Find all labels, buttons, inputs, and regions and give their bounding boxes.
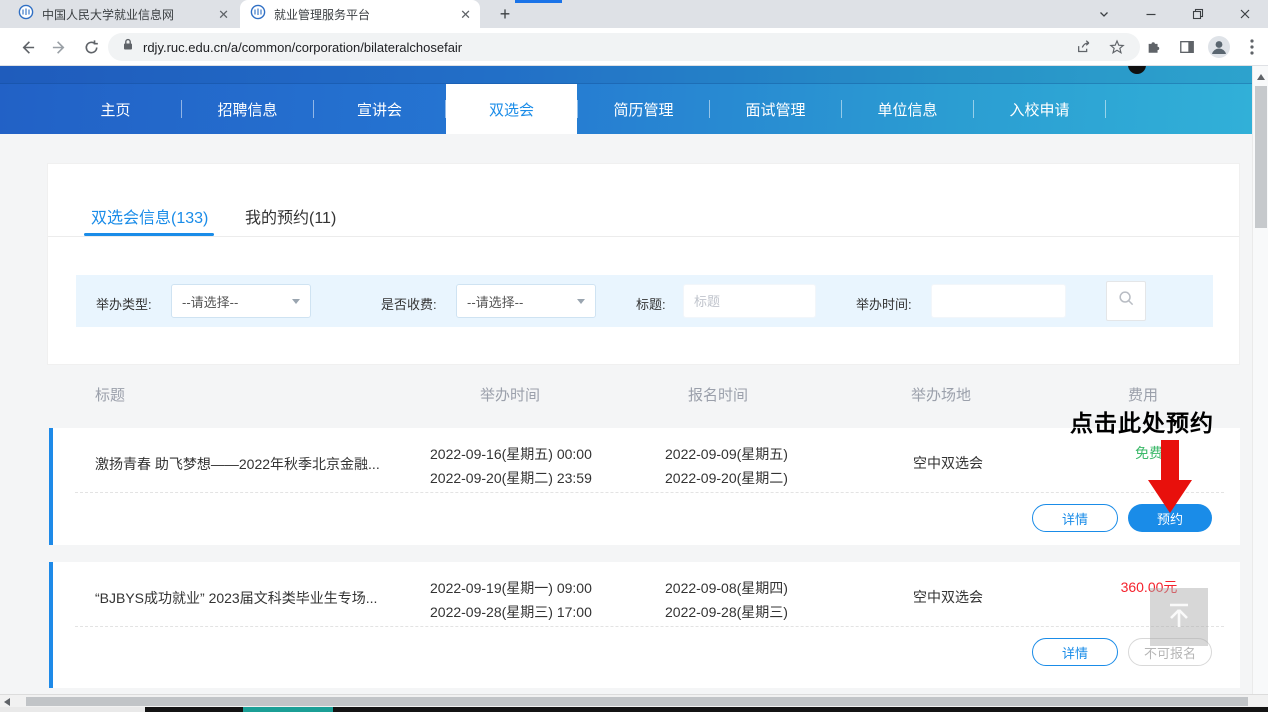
scroll-up-icon[interactable] bbox=[1257, 74, 1265, 80]
ruc-logo-icon bbox=[250, 4, 266, 25]
ruc-logo-icon bbox=[18, 4, 34, 25]
nav-item-campus-entry[interactable]: 入校申请 bbox=[974, 84, 1105, 134]
fair-title: 激扬青春 助飞梦想——2022年秋季北京金融... bbox=[95, 454, 430, 474]
browser-tab-inactive[interactable]: 中国人民大学就业信息网 ✕ bbox=[8, 0, 238, 28]
bottom-edge-teal-segment bbox=[243, 707, 333, 712]
bookmark-star-icon[interactable] bbox=[1105, 35, 1129, 59]
site-navbar: 主页 招聘信息 宣讲会 双选会 简历管理 面试管理 单位信息 入校申请 bbox=[0, 66, 1252, 134]
fair-title: “BJBYS成功就业” 2023届文科类毕业生专场... bbox=[95, 588, 430, 608]
url-bar[interactable]: rdjy.ruc.edu.cn/a/common/corporation/bil… bbox=[108, 33, 1140, 61]
search-icon bbox=[1118, 290, 1135, 312]
nav-item-recruit-info[interactable]: 招聘信息 bbox=[182, 84, 313, 134]
back-to-top-button[interactable] bbox=[1150, 588, 1208, 646]
fee-filter-label: 是否收费: bbox=[381, 294, 437, 313]
type-filter-value: --请选择-- bbox=[182, 292, 238, 311]
horizontal-scrollbar[interactable] bbox=[0, 694, 1268, 707]
extensions-icon[interactable] bbox=[1142, 35, 1166, 59]
col-header-signup-time: 报名时间 bbox=[688, 384, 748, 405]
recording-accent-strip bbox=[515, 0, 562, 3]
nav-item-employer-info[interactable]: 单位信息 bbox=[842, 84, 973, 134]
row-divider bbox=[75, 492, 1224, 493]
annotation-text: 点击此处预约 bbox=[1070, 404, 1214, 438]
venue-cell: 空中双选会 bbox=[913, 588, 983, 606]
signup-time-cell: 2022-09-08(星期四) 2022-09-28(星期三) bbox=[665, 576, 788, 624]
type-filter-select[interactable]: --请选择-- bbox=[171, 284, 311, 318]
window-bottom-edge bbox=[0, 707, 1268, 712]
back-to-top-icon bbox=[1161, 597, 1197, 638]
col-header-fee: 费用 bbox=[1128, 384, 1158, 405]
scroll-left-icon[interactable] bbox=[4, 698, 10, 706]
col-header-hold-time: 举办时间 bbox=[480, 384, 540, 405]
profile-icon[interactable] bbox=[1207, 35, 1231, 59]
annotation-arrow-icon bbox=[1146, 440, 1194, 516]
restore-icon[interactable] bbox=[1174, 0, 1221, 28]
back-icon[interactable] bbox=[15, 35, 39, 59]
vertical-scrollbar-thumb[interactable] bbox=[1255, 86, 1267, 228]
minimize-icon[interactable] bbox=[1127, 0, 1174, 28]
browser-window: 中国人民大学就业信息网 ✕ 就业管理服务平台 ✕ + bbox=[0, 0, 1268, 712]
nav-item-job-fair[interactable]: 双选会 bbox=[446, 84, 577, 134]
detail-button[interactable]: 详情 bbox=[1032, 638, 1118, 666]
tab-fair-info[interactable]: 双选会信息(133) bbox=[91, 204, 208, 228]
table-row: 激扬青春 助飞梦想——2022年秋季北京金融... 2022-09-16(星期五… bbox=[49, 428, 1240, 545]
tab-close-icon[interactable]: ✕ bbox=[218, 8, 229, 21]
browser-tab-title: 中国人民大学就业信息网 bbox=[42, 6, 214, 23]
url-text: rdjy.ruc.edu.cn/a/common/corporation/bil… bbox=[143, 40, 462, 55]
nav-separator bbox=[1105, 100, 1106, 118]
browser-tab-strip: 中国人民大学就业信息网 ✕ 就业管理服务平台 ✕ + bbox=[0, 0, 1268, 28]
window-chevron-icon[interactable] bbox=[1080, 0, 1127, 28]
venue-cell: 空中双选会 bbox=[913, 454, 983, 472]
forward-icon[interactable] bbox=[47, 35, 71, 59]
tab-close-icon[interactable]: ✕ bbox=[460, 8, 471, 21]
nav-items: 主页 招聘信息 宣讲会 双选会 简历管理 面试管理 单位信息 入校申请 bbox=[50, 84, 1106, 134]
title-filter-label: 标题: bbox=[636, 294, 666, 313]
nav-item-interview[interactable]: 面试管理 bbox=[710, 84, 841, 134]
row-divider bbox=[75, 626, 1224, 627]
bottom-edge-light-segment bbox=[0, 707, 145, 712]
title-filter-input[interactable] bbox=[683, 284, 816, 318]
vertical-scrollbar[interactable] bbox=[1252, 66, 1268, 694]
col-header-venue: 举办场地 bbox=[911, 384, 971, 405]
window-controls bbox=[1080, 0, 1268, 28]
filter-bar: 举办类型: --请选择-- 是否收费: --请选择-- 标题: 举办时间: bbox=[76, 275, 1213, 327]
nav-item-home[interactable]: 主页 bbox=[50, 84, 181, 134]
tab-my-reservation[interactable]: 我的预约(11) bbox=[245, 204, 336, 228]
signup-time-cell: 2022-09-09(星期五) 2022-09-20(星期二) bbox=[665, 442, 788, 490]
fee-filter-select[interactable]: --请选择-- bbox=[456, 284, 596, 318]
browser-tab-title: 就业管理服务平台 bbox=[274, 6, 456, 23]
time-filter-label: 举办时间: bbox=[856, 294, 912, 313]
reload-icon[interactable] bbox=[79, 35, 103, 59]
search-button[interactable] bbox=[1106, 281, 1146, 321]
col-header-title: 标题 bbox=[95, 384, 125, 405]
close-window-icon[interactable] bbox=[1221, 0, 1268, 28]
browser-toolbar: rdjy.ruc.edu.cn/a/common/corporation/bil… bbox=[0, 28, 1268, 66]
hold-time-cell: 2022-09-19(星期一) 09:00 2022-09-28(星期三) 17… bbox=[430, 576, 592, 624]
share-icon[interactable] bbox=[1072, 35, 1096, 59]
side-panel-icon[interactable] bbox=[1175, 35, 1199, 59]
chevron-down-icon bbox=[577, 299, 585, 304]
fee-filter-value: --请选择-- bbox=[467, 292, 523, 311]
nav-item-info-session[interactable]: 宣讲会 bbox=[314, 84, 445, 134]
horizontal-scrollbar-thumb[interactable] bbox=[26, 697, 1248, 706]
time-filter-input[interactable] bbox=[931, 284, 1066, 318]
detail-button[interactable]: 详情 bbox=[1032, 504, 1118, 532]
main-content: 双选会信息(133) 我的预约(11) 举办类型: --请选择-- 是否收费: … bbox=[0, 134, 1252, 694]
nav-item-resume[interactable]: 简历管理 bbox=[578, 84, 709, 134]
new-tab-icon[interactable]: + bbox=[494, 3, 516, 25]
table-row: “BJBYS成功就业” 2023届文科类毕业生专场... 2022-09-19(… bbox=[49, 562, 1240, 688]
menu-kebab-icon[interactable] bbox=[1240, 35, 1264, 59]
tabs-divider bbox=[48, 236, 1239, 237]
lock-icon bbox=[122, 38, 134, 56]
navbar-top-strip bbox=[0, 66, 1252, 84]
chevron-down-icon bbox=[292, 299, 300, 304]
browser-tab-active[interactable]: 就业管理服务平台 ✕ bbox=[240, 0, 480, 28]
hold-time-cell: 2022-09-16(星期五) 00:00 2022-09-20(星期二) 23… bbox=[430, 442, 592, 490]
type-filter-label: 举办类型: bbox=[96, 294, 152, 313]
filter-card: 双选会信息(133) 我的预约(11) 举办类型: --请选择-- 是否收费: … bbox=[47, 163, 1240, 365]
